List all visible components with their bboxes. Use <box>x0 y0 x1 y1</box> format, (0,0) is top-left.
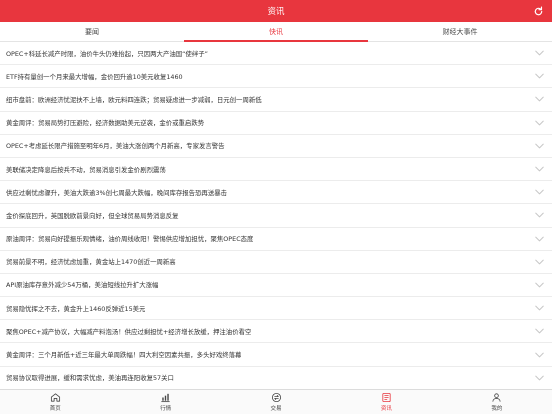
news-item[interactable]: 美联储决定降息后按兵不动，贸易消息引发金价剧烈震荡 <box>0 158 552 182</box>
news-item-title: 原油周评：贸易向好提振乐观情绪，油价周线收阳！警惕供应增加担忧，聚焦OPEC态度 <box>6 235 254 244</box>
chevron-down-icon[interactable] <box>534 326 544 336</box>
bottom-nav-bar: 首页 行情 交易 资讯 我的 <box>0 389 552 414</box>
chevron-down-icon[interactable] <box>534 94 544 104</box>
news-icon <box>381 392 392 403</box>
chevron-down-icon[interactable] <box>534 303 544 313</box>
news-item-title: 黄金周评：贸易局势打压避险，经济数据助美元逆袭，金价或重启跌势 <box>6 119 205 128</box>
chevron-down-icon[interactable] <box>534 71 544 81</box>
news-item[interactable]: 原油周评：贸易向好提振乐观情绪，油价周线收阳！警惕供应增加担忧，聚焦OPEC态度 <box>0 228 552 251</box>
news-item[interactable]: 贸易协议取得进展，缓和需求忧虑，美油再连阳收复57关口 <box>0 367 552 388</box>
news-item-title: OPEC+考虑延长限产措施至明年6月，美油大涨创两个月新高，专家发言警告 <box>6 142 225 151</box>
news-item-title: 金价探底回升，英国脱欧前景向好，但全球贸易局势消息反复 <box>6 211 179 220</box>
page-title: 资讯 <box>267 7 285 17</box>
profile-icon <box>491 392 502 403</box>
nav-trade-label: 交易 <box>270 406 282 412</box>
chevron-down-icon[interactable] <box>534 210 544 220</box>
news-item[interactable]: OPEC+考虑延长限产措施至明年6月，美油大涨创两个月新高，专家发言警告 <box>0 135 552 158</box>
news-item[interactable]: 贸易前景不明，经济忧虑加重，黄金站上1470创近一周新高 <box>0 251 552 274</box>
nav-home-label: 首页 <box>49 406 61 412</box>
news-item-title: 聚焦OPEC+减产协议，大幅减产料泡汤！供应过剩担忧+经济增长放缓，押注油价看空 <box>6 327 252 336</box>
chevron-down-icon[interactable] <box>534 141 544 151</box>
news-item-title: 供应过剩忧虑骤升，美油大跌逾3%创七周最大跌幅，晚间库存报告恐再送暴击 <box>6 188 228 197</box>
news-item[interactable]: 金价探底回升，英国脱欧前景向好，但全球贸易局势消息反复 <box>0 204 552 228</box>
nav-market-label: 行情 <box>160 406 172 412</box>
news-item[interactable]: API原油库存意外减少54万桶，美油短线拉升扩大涨幅 <box>0 274 552 298</box>
news-item-title: 黄金周评：三个月新低+近三年最大单周跌幅！四大利空因素共振，多头好戏终落幕 <box>6 351 242 360</box>
nav-market-button[interactable]: 行情 <box>110 390 220 414</box>
chevron-down-icon[interactable] <box>534 234 544 244</box>
news-tabs: 要闻 快讯 财经大事件 <box>0 22 552 42</box>
news-item[interactable]: 黄金周评：三个月新低+近三年最大单周跌幅！四大利空因素共振，多头好戏终落幕 <box>0 343 552 367</box>
tab-flash-news[interactable]: 快讯 <box>184 22 368 42</box>
news-list: OPEC+科延长减产时限，油价牛头仍难抬起，只因两大产油国“使绊子” ETF持有量… <box>0 42 552 388</box>
chevron-down-icon[interactable] <box>534 350 544 360</box>
news-item[interactable]: 黄金周评：贸易局势打压避险，经济数据助美元逆袭，金价或重启跌势 <box>0 112 552 135</box>
news-item-title: OPEC+科延长减产时限，油价牛头仍难抬起，只因两大产油国“使绊子” <box>6 49 208 58</box>
news-item-title: 美联储决定降息后按兵不动，贸易消息引发金价剧烈震荡 <box>6 165 166 174</box>
refresh-icon[interactable] <box>532 5 544 17</box>
chevron-down-icon[interactable] <box>534 118 544 128</box>
news-item-title: API原油库存意外减少54万桶，美油短线拉升扩大涨幅 <box>6 281 159 290</box>
news-item[interactable]: ETF持有量创一个月来最大增幅，金价回升逾10美元收复1460 <box>0 65 552 89</box>
nav-trade-button[interactable]: 交易 <box>221 390 331 414</box>
market-chart-icon <box>160 392 171 403</box>
news-item[interactable]: 贸易隐忧挥之不去，黄金升上1460反弹近15美元 <box>0 297 552 321</box>
news-item-title: 贸易前景不明，经济忧虑加重，黄金站上1470创近一周新高 <box>6 258 176 267</box>
tab-finance-events[interactable]: 财经大事件 <box>368 22 552 41</box>
trade-icon <box>271 392 282 403</box>
chevron-down-icon[interactable] <box>534 373 544 383</box>
chevron-down-icon[interactable] <box>534 187 544 197</box>
news-item[interactable]: 纽市盘前：欧洲经济忧泥扶不上墙，欧元料四连跌；贸易疑虑进一步减弱，日元创一周新低 <box>0 88 552 112</box>
nav-profile-label: 我的 <box>491 406 503 412</box>
chevron-down-icon[interactable] <box>534 48 544 58</box>
top-bar: 资讯 <box>0 0 552 22</box>
nav-news-button[interactable]: 资讯 <box>331 390 441 414</box>
nav-home-button[interactable]: 首页 <box>0 390 110 414</box>
news-item-title: ETF持有量创一个月来最大增幅，金价回升逾10美元收复1460 <box>6 72 183 81</box>
news-item[interactable]: 聚焦OPEC+减产协议，大幅减产料泡汤！供应过剩担忧+经济增长放缓，押注油价看空 <box>0 320 552 344</box>
nav-news-label: 资讯 <box>380 406 392 412</box>
news-item-title: 贸易协议取得进展，缓和需求忧虑，美油再连阳收复57关口 <box>6 374 174 383</box>
home-icon <box>50 392 61 403</box>
news-item[interactable]: 供应过剩忧虑骤升，美油大跌逾3%创七周最大跌幅，晚间库存报告恐再送暴击 <box>0 181 552 205</box>
chevron-down-icon[interactable] <box>534 164 544 174</box>
nav-profile-button[interactable]: 我的 <box>442 390 552 414</box>
chevron-down-icon[interactable] <box>534 280 544 290</box>
chevron-down-icon[interactable] <box>534 257 544 267</box>
news-item-title: 纽市盘前：欧洲经济忧泥扶不上墙，欧元料四连跌；贸易疑虑进一步减弱，日元创一周新低 <box>6 95 262 104</box>
news-item-title: 贸易隐忧挥之不去，黄金升上1460反弹近15美元 <box>6 304 146 313</box>
tab-headlines[interactable]: 要闻 <box>0 22 184 41</box>
news-item[interactable]: OPEC+科延长减产时限，油价牛头仍难抬起，只因两大产油国“使绊子” <box>0 42 552 66</box>
